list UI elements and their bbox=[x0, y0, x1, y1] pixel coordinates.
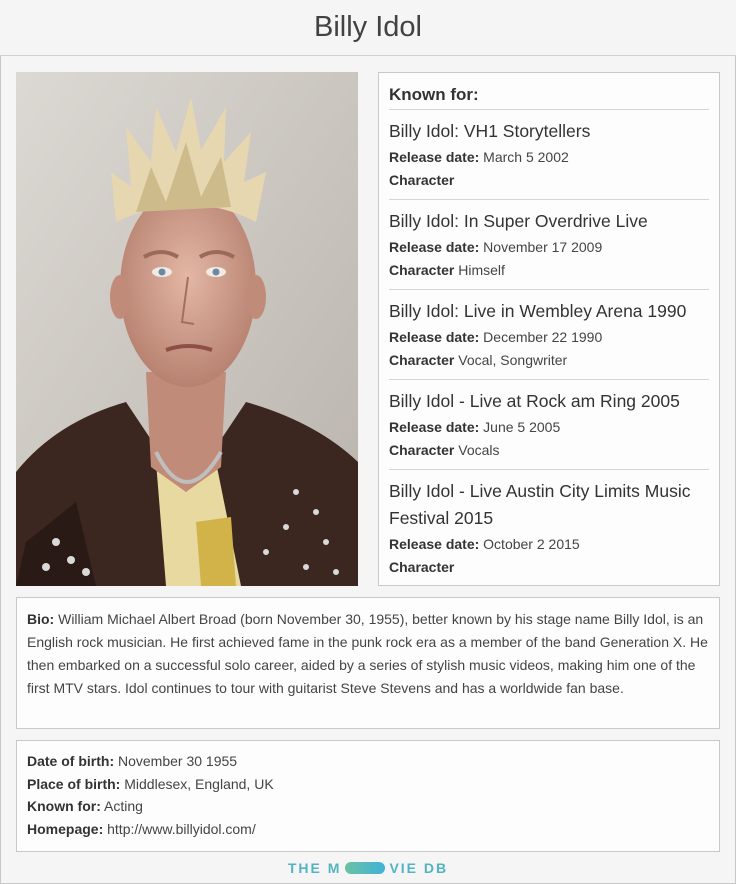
place-of-birth-row: Place of birth: Middlesex, England, UK bbox=[27, 773, 709, 796]
character-row: Character Vocal, Songwriter bbox=[389, 349, 709, 372]
character-label: Character bbox=[389, 559, 455, 575]
known-for-item[interactable]: Billy Idol - Live Austin City Limits Mus… bbox=[389, 470, 709, 586]
release-date-label: Release date: bbox=[389, 419, 480, 435]
known-for-item[interactable]: Billy Idol: In Super Overdrive Live Rele… bbox=[389, 200, 709, 290]
logo-text-left: THE M bbox=[287, 860, 342, 876]
release-date-value: March 5 2002 bbox=[483, 149, 569, 165]
known-for-item[interactable]: Billy Idol: VH1 Storytellers Release dat… bbox=[389, 110, 709, 200]
release-date-label: Release date: bbox=[389, 536, 480, 552]
film-title[interactable]: Billy Idol: VH1 Storytellers bbox=[389, 118, 709, 145]
release-date-row: Release date: March 5 2002 bbox=[389, 146, 709, 169]
character-row: Character bbox=[389, 169, 709, 192]
release-date-label: Release date: bbox=[389, 329, 480, 345]
homepage-label: Homepage: bbox=[27, 820, 104, 837]
place-of-birth-value: Middlesex, England, UK bbox=[124, 775, 274, 792]
release-date-row: Release date: December 22 1990 bbox=[389, 326, 709, 349]
page-header: Billy Idol bbox=[0, 0, 736, 56]
character-value: Vocals bbox=[458, 442, 500, 458]
known-for-item[interactable]: Billy Idol: Live in Wembley Arena 1990 R… bbox=[389, 290, 709, 380]
release-date-row: Release date: October 2 2015 bbox=[389, 533, 709, 556]
page-title: Billy Idol bbox=[314, 11, 422, 43]
profile-photo bbox=[16, 72, 358, 586]
release-date-value: October 2 2015 bbox=[483, 536, 580, 552]
known-for-panel: Known for: Billy Idol: VH1 Storytellers … bbox=[378, 72, 720, 586]
logo-text-right: VIE DB bbox=[389, 860, 449, 876]
film-title[interactable]: Billy Idol: Live in Wembley Arena 1990 bbox=[389, 298, 709, 325]
date-of-birth-label: Date of birth: bbox=[27, 753, 115, 769]
bio-label: Bio: bbox=[27, 611, 55, 627]
known-for-department-label: Known for: bbox=[27, 798, 101, 814]
release-date-row: Release date: November 17 2009 bbox=[389, 236, 709, 259]
known-for-item[interactable]: Billy Idol - Live at Rock am Ring 2005 R… bbox=[389, 380, 709, 470]
character-row: Character Himself bbox=[389, 259, 709, 282]
release-date-row: Release date: June 5 2005 bbox=[389, 416, 709, 439]
bio-panel: Bio: William Michael Albert Broad (born … bbox=[16, 597, 720, 729]
personal-info-panel: Date of birth: November 30 1955 Place of… bbox=[16, 740, 720, 852]
character-row: Character Vocals bbox=[389, 439, 709, 462]
film-title[interactable]: Billy Idol: In Super Overdrive Live bbox=[389, 208, 709, 235]
place-of-birth-label: Place of birth: bbox=[27, 775, 121, 792]
character-value: Himself bbox=[458, 262, 505, 278]
release-date-value: November 17 2009 bbox=[483, 239, 603, 255]
character-label: Character bbox=[389, 172, 455, 188]
film-title[interactable]: Billy Idol - Live Austin City Limits Mus… bbox=[389, 478, 709, 532]
release-date-value: June 5 2005 bbox=[483, 419, 561, 435]
homepage-row: Homepage: http://www.billyidol.com/ bbox=[27, 818, 709, 841]
tmdb-logo: THE M VIE DB bbox=[0, 857, 736, 879]
date-of-birth-row: Date of birth: November 30 1955 bbox=[27, 750, 709, 773]
known-for-department-value: Acting bbox=[104, 798, 143, 814]
film-title[interactable]: Billy Idol - Live at Rock am Ring 2005 bbox=[389, 388, 709, 415]
character-label: Character bbox=[389, 352, 455, 368]
homepage-link[interactable]: http://www.billyidol.com/ bbox=[107, 821, 256, 837]
release-date-value: December 22 1990 bbox=[483, 329, 603, 345]
known-for-department-row: Known for: Acting bbox=[27, 795, 709, 818]
character-label: Character bbox=[389, 262, 455, 278]
character-label: Character bbox=[389, 442, 455, 458]
logo-pill-icon bbox=[345, 862, 386, 874]
bio-text: William Michael Albert Broad (born Novem… bbox=[27, 611, 708, 696]
known-for-heading: Known for: bbox=[389, 85, 709, 110]
date-of-birth-value: November 30 1955 bbox=[118, 753, 238, 769]
release-date-label: Release date: bbox=[389, 149, 480, 165]
release-date-label: Release date: bbox=[389, 239, 480, 255]
character-value: Vocal, Songwriter bbox=[458, 352, 568, 368]
character-row: Character bbox=[389, 556, 709, 579]
